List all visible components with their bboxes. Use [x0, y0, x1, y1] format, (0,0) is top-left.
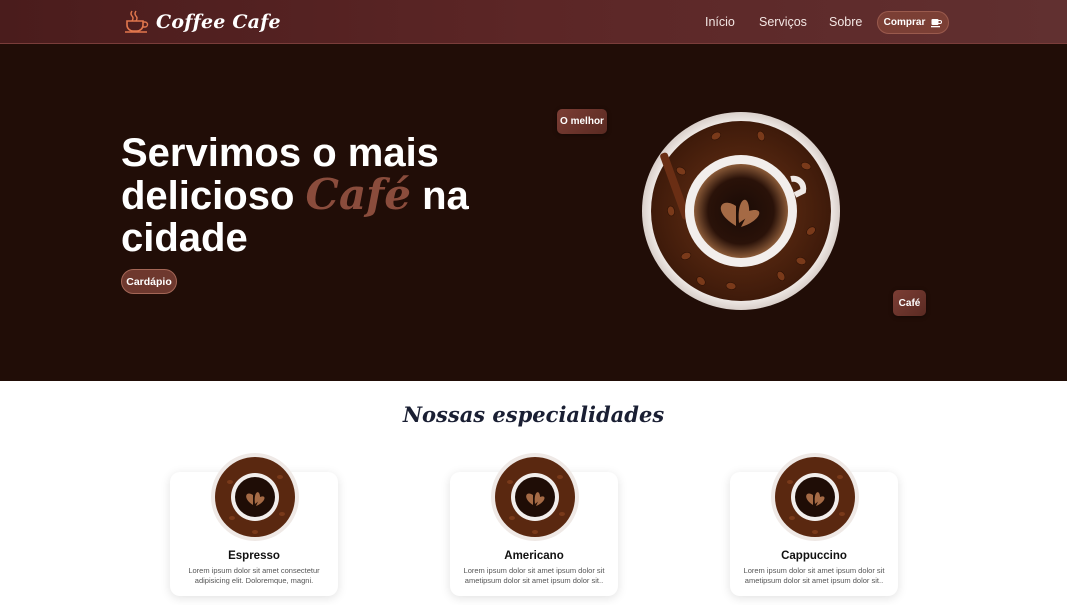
- badge-best: O melhor: [557, 109, 607, 134]
- americano-image: [491, 453, 579, 541]
- product-name: Espresso: [228, 550, 280, 562]
- nav-link-servicos[interactable]: Serviços: [759, 15, 807, 29]
- nav-link-inicio[interactable]: Início: [705, 15, 735, 29]
- cup-icon: [931, 18, 943, 27]
- product-name: Americano: [504, 550, 564, 562]
- brand-logo[interactable]: Coffee Cafe: [123, 9, 281, 35]
- hero-coffee-image: [642, 112, 840, 310]
- hero-title: Servimos o mais delicioso Café na cidade: [121, 132, 481, 259]
- buy-button[interactable]: Comprar: [877, 11, 949, 34]
- product-name: Cappuccino: [781, 550, 847, 562]
- hero-title-accent: Café: [305, 170, 411, 219]
- hero-section: Servimos o mais delicioso Café na cidade…: [0, 44, 1067, 381]
- espresso-image: [211, 453, 299, 541]
- cappuccino-image: [771, 453, 859, 541]
- badge-cafe: Café: [893, 290, 926, 316]
- navbar: Coffee Cafe Início Serviços Sobre Compra…: [0, 0, 1067, 44]
- product-description: Lorem ipsum dolor sit amet consectetur a…: [188, 566, 320, 585]
- coffee-cup-icon: [125, 10, 149, 33]
- nav-link-sobre[interactable]: Sobre: [829, 15, 862, 29]
- product-description: Lorem ipsum dolor sit amet ipsum dolor s…: [743, 566, 885, 585]
- brand-name: Coffee Cafe: [156, 11, 281, 33]
- section-title: Nossas especialidades: [402, 402, 665, 427]
- menu-button[interactable]: Cardápio: [121, 269, 177, 294]
- buy-button-label: Comprar: [883, 17, 926, 28]
- product-description: Lorem ipsum dolor sit amet ipsum dolor s…: [463, 566, 605, 585]
